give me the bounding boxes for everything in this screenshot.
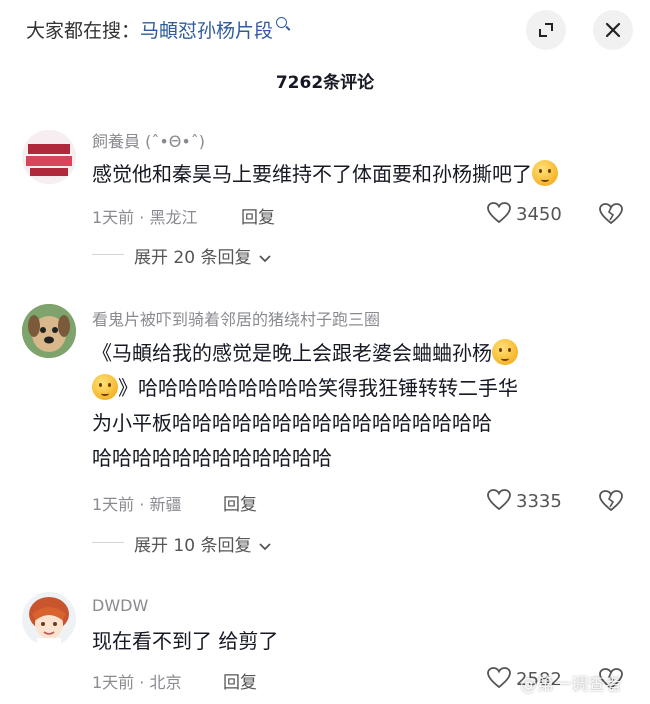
search-prefix: 大家都在搜： bbox=[26, 20, 141, 42]
like-button[interactable]: 3450 bbox=[486, 201, 562, 225]
close-button[interactable] bbox=[593, 10, 633, 50]
collapse-icon bbox=[539, 23, 553, 37]
comment-text-line: 哈哈哈哈哈哈哈哈哈哈哈哈 bbox=[92, 446, 332, 470]
expand-replies-label: 展开 20 条回复 bbox=[134, 248, 252, 268]
dog-avatar-image bbox=[22, 304, 76, 358]
broken-heart-icon bbox=[599, 490, 623, 512]
comment-text: 现在看不到了 给剪了 bbox=[92, 629, 279, 653]
heart-icon bbox=[487, 202, 511, 224]
expand-replies-button[interactable]: 展开 10 条回复 bbox=[134, 531, 271, 556]
thinking-emoji-icon bbox=[92, 374, 118, 400]
comment-text-line: 为小平板哈哈哈哈哈哈哈哈哈哈哈哈哈哈哈哈 bbox=[92, 411, 492, 435]
comment-text-content: 感觉他和秦昊马上要维持不了体面要和孙杨撕吧了 bbox=[92, 162, 532, 186]
close-icon bbox=[605, 22, 621, 38]
avatar[interactable] bbox=[22, 130, 76, 184]
watermark: @第一调查者 bbox=[520, 675, 622, 695]
comment-username[interactable]: DWDW bbox=[92, 596, 148, 615]
comment-meta: 1天前 · 黑龙江 bbox=[92, 208, 198, 227]
search-query-link[interactable]: 马頔怼孙杨片段 bbox=[140, 20, 273, 42]
avatar[interactable] bbox=[22, 304, 76, 358]
search-icon bbox=[276, 17, 288, 28]
avatar-image bbox=[22, 130, 76, 184]
expand-replies-button[interactable]: 展开 20 条回复 bbox=[134, 243, 271, 268]
chevron-down-icon bbox=[259, 543, 271, 551]
reply-button[interactable]: 回复 bbox=[241, 203, 275, 228]
comment-text-line: 《马頔给我的感觉是晚上会跟老婆会蛐蛐孙杨 bbox=[92, 341, 492, 365]
comment-text: 《马頔给我的感觉是晚上会跟老婆会蛐蛐孙杨 》哈哈哈哈哈哈哈哈哈笑得我狂锤转转二手… bbox=[92, 336, 632, 476]
search-suggestion[interactable]: 大家都在搜：马頔怼孙杨片段 bbox=[26, 16, 288, 43]
comment-username[interactable]: 飼養員 (ˆ•Θ•ˆ) bbox=[92, 128, 205, 152]
comment-meta: 1天前 · 北京 bbox=[92, 673, 182, 692]
comment-meta: 1天前 · 新疆 bbox=[92, 495, 182, 514]
dislike-button[interactable] bbox=[598, 202, 624, 230]
comment-count: 7262条评论 bbox=[275, 73, 375, 93]
thinking-emoji-icon bbox=[532, 160, 558, 186]
heart-icon bbox=[487, 667, 511, 689]
collapse-button[interactable] bbox=[526, 10, 566, 50]
heart-icon bbox=[487, 489, 511, 511]
like-count: 3450 bbox=[516, 204, 562, 225]
thinking-emoji-icon bbox=[492, 339, 518, 365]
anime-avatar-image bbox=[22, 592, 76, 646]
divider bbox=[92, 254, 124, 255]
expand-replies-label: 展开 10 条回复 bbox=[134, 536, 252, 556]
reply-button[interactable]: 回复 bbox=[223, 668, 257, 693]
broken-heart-icon bbox=[599, 203, 623, 225]
reply-button[interactable]: 回复 bbox=[223, 490, 257, 515]
avatar[interactable] bbox=[22, 592, 76, 646]
comment-text-line: 》哈哈哈哈哈哈哈哈哈笑得我狂锤转转二手华 bbox=[118, 376, 518, 400]
comment-text: 感觉他和秦昊马上要维持不了体面要和孙杨撕吧了 bbox=[92, 157, 632, 192]
like-count: 3335 bbox=[516, 491, 562, 512]
dislike-button[interactable] bbox=[598, 489, 624, 517]
divider bbox=[92, 542, 124, 543]
chevron-down-icon bbox=[259, 255, 271, 263]
comment-username[interactable]: 看鬼片被吓到骑着邻居的猪绕村子跑三圈 bbox=[92, 306, 380, 330]
like-button[interactable]: 3335 bbox=[486, 488, 562, 512]
